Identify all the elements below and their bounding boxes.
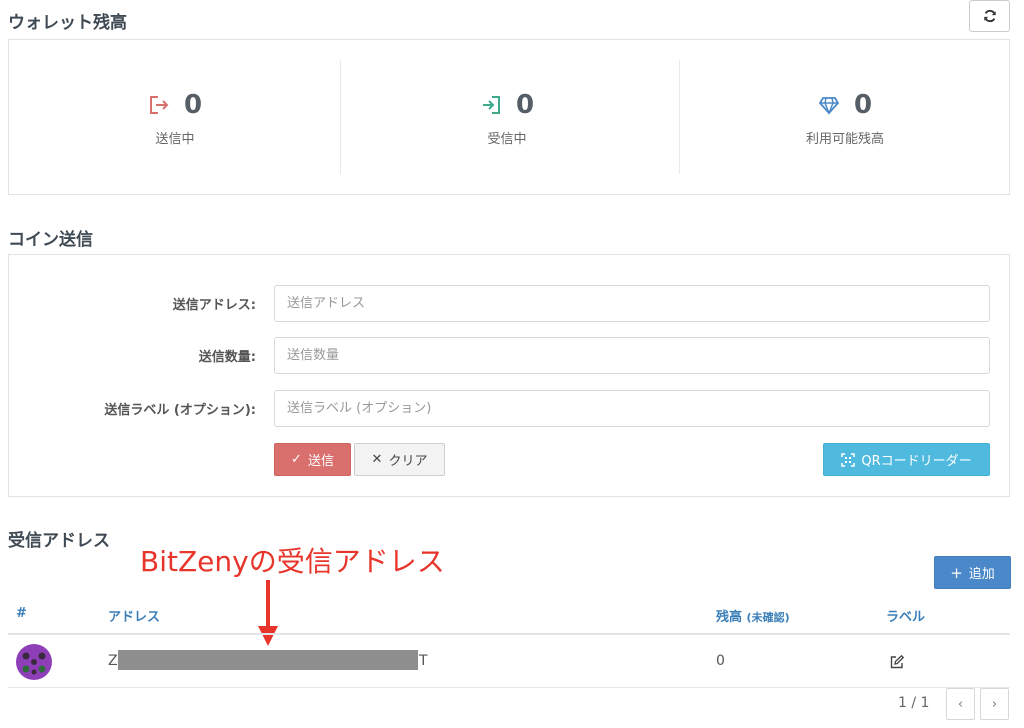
address-prefix: Z [108,653,118,669]
receive-title: 受信アドレス [8,531,110,551]
annotation-arrow [258,580,278,646]
available-label: 利用可能残高 [805,132,884,147]
available-balance: 0 利用可能残高 [679,60,1011,174]
chevron-right-icon: › [991,696,998,712]
qrcode-icon [841,452,856,467]
amount-label: 送信数量: [198,350,256,365]
qr-reader-button[interactable]: QRコードリーダー [823,443,990,476]
tag-input[interactable] [274,390,990,427]
address-input[interactable] [274,285,990,322]
receiving-balance: 0 受信中 [341,60,673,174]
col-address: アドレス [108,610,161,625]
table-header-divider [8,633,1010,635]
sending-label: 送信中 [155,132,195,147]
plus-icon: + [950,563,963,582]
qr-button-label: QRコードリーダー [861,454,972,469]
sending-value: 0 [183,90,203,120]
address-suffix: T [419,653,428,669]
identicon-avatar [16,644,52,680]
send-title: コイン送信 [8,230,93,250]
sign-in-icon [482,96,500,114]
col-balance-label: 残高 [716,610,743,625]
address-label: 送信アドレス: [172,298,256,313]
clear-button-label: クリア [388,454,428,469]
close-icon: ✕ [371,452,383,467]
chevron-left-icon: ‹ [957,696,964,712]
annotation-label: BitZenyの受信アドレス [140,545,445,578]
prev-page-button[interactable]: ‹ [946,688,975,720]
balance-title: ウォレット残高 [8,13,127,33]
col-balance-sub: (未確認) [746,611,790,624]
row-divider [8,687,1010,688]
clear-button[interactable]: ✕ クリア [354,443,445,476]
refresh-button[interactable] [969,0,1010,32]
add-button-label: 追加 [968,567,995,582]
refresh-icon [983,9,996,23]
send-button[interactable]: ✓ 送信 [274,443,351,476]
sign-out-icon [149,96,169,114]
col-index: # [16,606,27,621]
row-balance: 0 [716,653,725,669]
pagination-status: 1 / 1 [898,695,930,711]
edit-icon[interactable] [890,655,904,669]
col-label: ラベル [886,610,926,625]
col-balance: 残高 (未確認) [716,606,790,625]
send-button-label: 送信 [307,454,334,469]
available-value: 0 [853,90,873,120]
add-address-button[interactable]: + 追加 [934,556,1011,589]
check-icon: ✓ [291,452,302,467]
receiving-label: 受信中 [487,132,527,147]
receiving-value: 0 [515,90,535,120]
address-redacted [118,650,418,670]
balance-panel: 0 送信中 0 受信中 0 利用可能残高 [8,39,1010,195]
next-page-button[interactable]: › [980,688,1009,720]
diamond-icon [818,97,840,115]
sending-balance: 0 送信中 [9,60,341,174]
tag-label: 送信ラベル (オプション): [104,403,256,418]
amount-input[interactable] [274,337,990,374]
